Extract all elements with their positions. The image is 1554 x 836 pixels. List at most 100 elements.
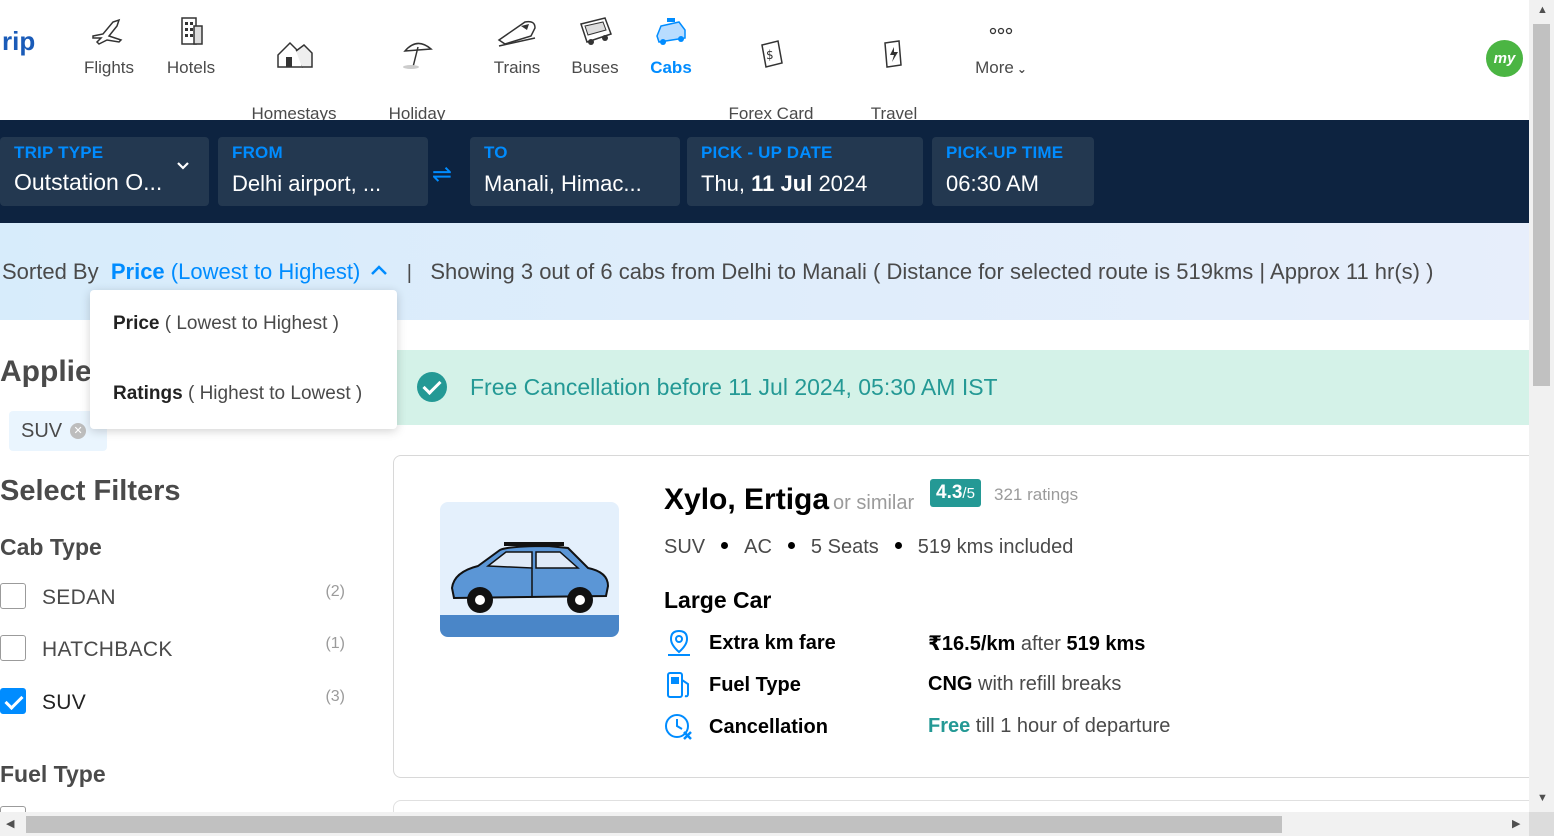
sedan-checkbox[interactable]	[0, 583, 26, 609]
bullet-icon	[894, 542, 902, 549]
extra-km-rate: ₹16.5/km	[928, 633, 1016, 655]
trip-type-selector[interactable]: TRIP TYPE Outstation O...	[0, 137, 209, 206]
free-cancellation-banner: Free Cancellation before 11 Jul 2024, 05…	[397, 350, 1529, 425]
pickup-day: Thu,	[701, 171, 746, 196]
select-filters-title: Select Filters	[0, 475, 181, 507]
nav-more[interactable]: More ⌄	[968, 14, 1034, 81]
nav-buses-label: Buses	[571, 58, 619, 77]
scroll-down-arrow[interactable]: ▼	[1537, 792, 1548, 804]
filter-hatchback[interactable]: HATCHBACK (1)	[0, 635, 345, 665]
cab-specs: SUV AC 5 Seats 519 kms included	[664, 536, 1073, 559]
pickup-date: 11 Jul	[751, 171, 813, 196]
homestay-icon	[277, 41, 313, 68]
cab-type-title: Cab Type	[0, 534, 102, 560]
sort-option-ratings-key: Ratings	[113, 383, 183, 404]
fuel-type-title: Fuel Type	[0, 761, 106, 787]
scroll-up-arrow[interactable]: ▲	[1537, 4, 1548, 16]
spec-ac: AC	[744, 536, 772, 558]
nav-flights-label: Flights	[83, 58, 135, 77]
scroll-right-arrow[interactable]: ▶	[1512, 817, 1520, 830]
sort-dropdown-toggle[interactable]: Price (Lowest to Highest)	[111, 259, 389, 284]
sorted-by-prefix: Sorted By	[2, 259, 99, 284]
bus-icon	[580, 17, 612, 45]
from-label: FROM	[232, 143, 283, 162]
sort-option-ratings[interactable]: Ratings ( Highest to Lowest )	[113, 383, 362, 405]
bullet-icon	[787, 542, 795, 549]
trip-type-label: TRIP TYPE	[14, 143, 104, 162]
brand-logo-text[interactable]: rip	[2, 26, 35, 57]
to-field[interactable]: TO Manali, Himac...	[470, 137, 680, 206]
nav-buses[interactable]: Buses	[570, 14, 620, 79]
pickup-date-value: Thu, 11 Jul 2024	[701, 171, 909, 197]
pickup-time-field[interactable]: PICK-UP TIME 06:30 AM	[932, 137, 1094, 206]
fuel-pump-icon	[667, 672, 689, 698]
fuel-type-main: CNG	[928, 673, 973, 695]
sort-separator: |	[406, 262, 412, 284]
nav-more-label: More	[975, 58, 1014, 77]
extra-km-value: ₹16.5/km after 519 kms	[928, 631, 1145, 656]
nav-cabs[interactable]: Cabs	[648, 14, 694, 79]
svg-text:$: $	[766, 48, 774, 62]
rating-value: 4.3	[936, 482, 963, 503]
vertical-scrollbar[interactable]: ▲ ▼	[1529, 0, 1554, 812]
hatchback-checkbox[interactable]	[0, 635, 26, 661]
insurance-icon	[884, 40, 902, 68]
scrollbar-corner	[1529, 812, 1554, 836]
car-class: Large Car	[664, 587, 772, 613]
rating-count: 321 ratings	[994, 485, 1079, 504]
extra-km-threshold: 519 kms	[1066, 633, 1146, 655]
to-label: TO	[484, 143, 508, 162]
hatchback-count: (1)	[325, 635, 345, 652]
rating-of: /5	[962, 485, 975, 502]
feature-extra-km: Extra km fare ₹16.5/km after 519 kms	[664, 629, 1264, 660]
fuel-type-note: with refill breaks	[972, 673, 1122, 695]
vertical-scroll-thumb[interactable]	[1533, 24, 1550, 386]
sort-dropdown-menu: Price ( Lowest to Highest ) Ratings ( Hi…	[90, 290, 397, 429]
horizontal-scrollbar[interactable]: ◀ ▶	[0, 812, 1529, 836]
nav-flights[interactable]: Flights	[82, 14, 136, 79]
nav-trains[interactable]: Trains	[491, 14, 543, 79]
chip-label: SUV	[21, 420, 63, 442]
more-dots-icon	[989, 27, 1013, 35]
extra-km-after: after	[1015, 633, 1067, 655]
feature-fuel-type: Fuel Type CNG with refill breaks	[664, 672, 1264, 702]
scroll-left-arrow[interactable]: ◀	[6, 817, 14, 830]
trip-type-value: Outstation O...	[14, 169, 163, 195]
car-image-floor	[440, 615, 619, 637]
fuel-type-label: Fuel Type	[709, 674, 801, 696]
filter-suv[interactable]: SUV (3)	[0, 688, 345, 718]
from-field[interactable]: FROM Delhi airport, ...	[218, 137, 428, 206]
filter-sedan[interactable]: SEDAN (2)	[0, 583, 345, 613]
nav-trains-label: Trains	[493, 58, 541, 77]
cab-card[interactable]: Xylo, Ertiga or similar 4.3/5 321 ratings…	[393, 455, 1543, 778]
top-navigation: rip Flights Hotels Homestays & Villas Ho…	[0, 0, 1529, 146]
avatar[interactable]: my	[1486, 40, 1523, 77]
swap-icon[interactable]: ⇌	[432, 160, 452, 189]
sort-option-price[interactable]: Price ( Lowest to Highest )	[113, 313, 339, 335]
sort-option-price-key: Price	[113, 313, 160, 334]
cab-model: Xylo, Ertiga	[664, 483, 830, 516]
clock-cancel-icon	[665, 714, 692, 740]
cancellation-label: Cancellation	[709, 716, 828, 738]
chevron-up-icon	[371, 265, 388, 275]
bullet-icon	[721, 542, 729, 549]
sedan-label: SEDAN	[42, 586, 116, 609]
close-icon[interactable]: ✕	[70, 423, 87, 439]
car-image	[440, 502, 619, 637]
sort-key: Price	[110, 259, 165, 284]
suv-count: (3)	[325, 688, 345, 705]
cancellation-value: Free till 1 hour of departure	[928, 715, 1170, 738]
beach-umbrella-icon	[403, 42, 433, 69]
spec-seats: 5 Seats	[810, 536, 879, 558]
cancellation-free: Free	[928, 715, 971, 737]
check-circle-icon	[417, 372, 447, 402]
suv-checkbox[interactable]	[0, 688, 26, 714]
pickup-date-label: PICK - UP DATE	[701, 143, 833, 162]
nav-hotels[interactable]: Hotels	[165, 14, 217, 79]
hotel-icon	[181, 17, 203, 45]
extra-km-label: Extra km fare	[709, 632, 836, 654]
search-widget: TRIP TYPE Outstation O... FROM Delhi air…	[0, 120, 1529, 223]
pickup-date-field[interactable]: PICK - UP DATE Thu, 11 Jul 2024	[687, 137, 923, 206]
cancellation-note: till 1 hour of departure	[970, 715, 1171, 737]
horizontal-scroll-thumb[interactable]	[26, 816, 1282, 833]
